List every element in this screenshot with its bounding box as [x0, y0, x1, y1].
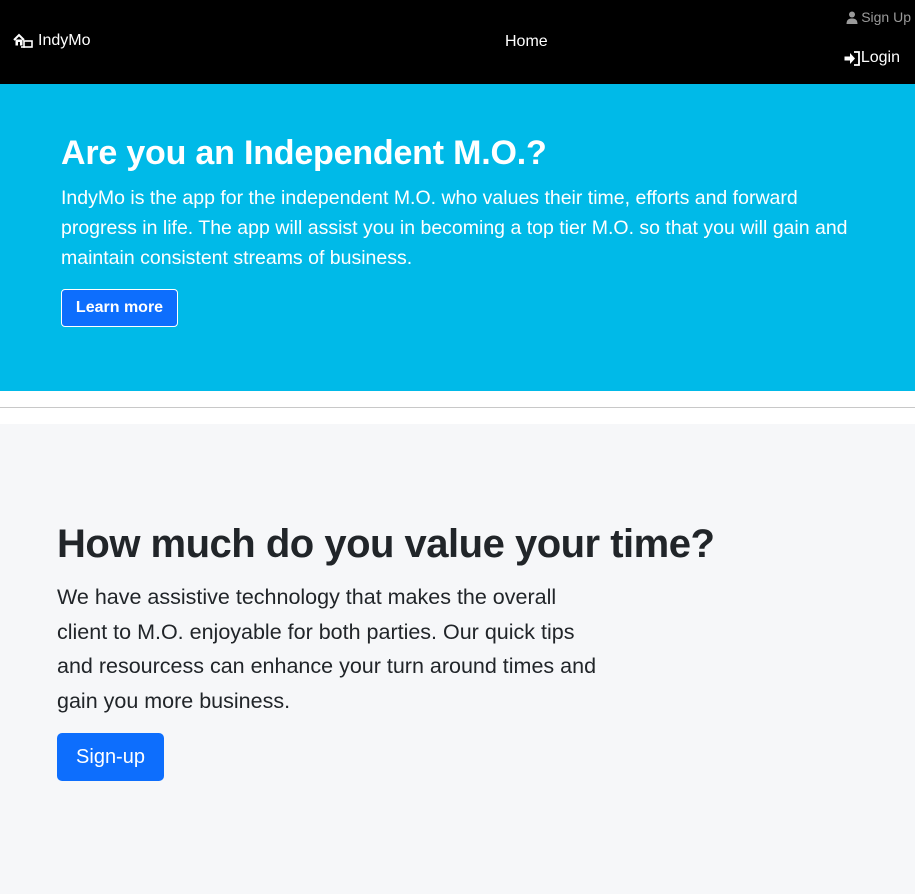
hero-text: IndyMo is the app for the independent M.…: [61, 187, 848, 269]
section-divider: [0, 407, 915, 408]
nav-login-label: Login: [860, 49, 900, 66]
brand-link[interactable]: IndyMo: [13, 32, 90, 50]
sign-up-button[interactable]: Sign-up: [57, 733, 164, 781]
brand-label: IndyMo: [38, 32, 91, 49]
navbar: IndyMo Home Sign Up Login: [0, 0, 915, 84]
nav-home-link[interactable]: Home: [505, 33, 548, 51]
hero-title: Are you an Independent M.O.?: [61, 134, 547, 172]
person-icon: [846, 11, 858, 24]
value-time-section: How much do you value your time? We have…: [0, 424, 915, 894]
sign-in-icon: [844, 50, 860, 66]
section-title: How much do you value your time?: [57, 522, 715, 566]
house-swap-icon: [13, 32, 33, 50]
section-text: We have assistive technology that makes …: [57, 585, 597, 713]
hero-section: Are you an Independent M.O.? IndyMo is t…: [0, 84, 915, 391]
nav-signup-label: Sign Up: [861, 9, 911, 25]
nav-login-link[interactable]: Login: [844, 49, 900, 67]
nav-signup-link[interactable]: Sign Up: [846, 9, 911, 25]
learn-more-button[interactable]: Learn more: [61, 289, 178, 327]
